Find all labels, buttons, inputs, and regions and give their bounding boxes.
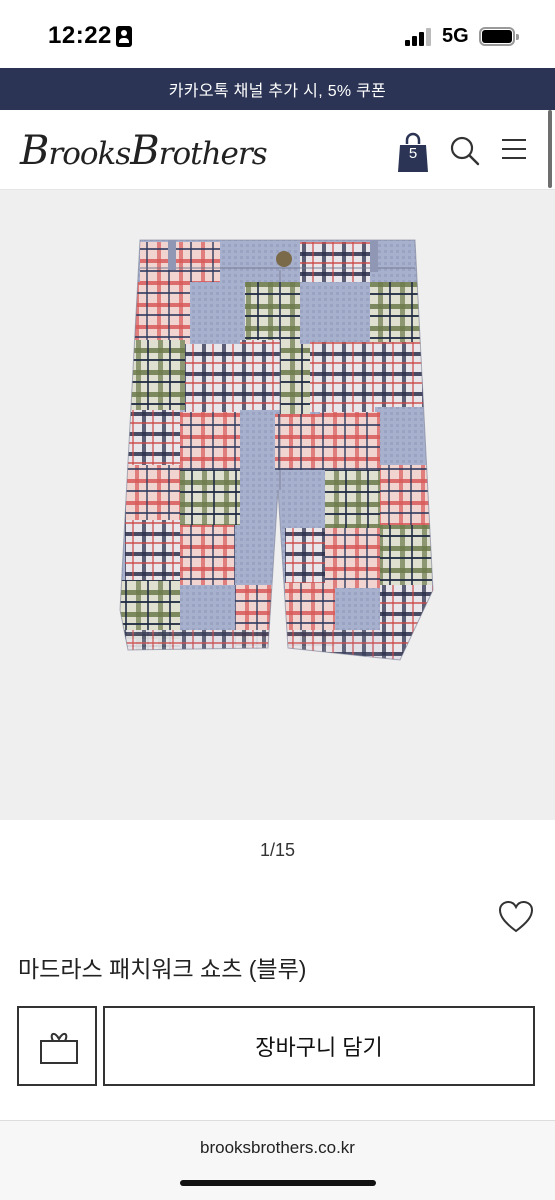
- menu-icon[interactable]: [502, 136, 528, 162]
- cart-count-badge: 5: [408, 145, 418, 162]
- status-bar: 12:22 5G: [0, 0, 555, 68]
- promo-banner[interactable]: 카카오톡 채널 추가 시, 5% 쿠폰: [0, 68, 555, 110]
- product-image[interactable]: [0, 190, 555, 820]
- id-card-icon: [116, 26, 132, 47]
- home-indicator[interactable]: [180, 1180, 376, 1186]
- network-label: 5G: [442, 25, 469, 47]
- product-name: 마드라스 패치워크 쇼츠 (블루): [18, 956, 307, 982]
- brand-logo[interactable]: BrooksBrothers: [20, 128, 268, 174]
- heart-icon[interactable]: [498, 900, 534, 934]
- gift-box-icon: [40, 1033, 78, 1064]
- scroll-indicator[interactable]: [548, 110, 552, 188]
- site-header: BrooksBrothers 5: [0, 110, 555, 190]
- status-time: 12:22: [48, 22, 112, 49]
- search-icon[interactable]: [450, 136, 480, 166]
- add-to-cart-button[interactable]: 장바구니 담기: [103, 1006, 535, 1086]
- shopping-bag-icon[interactable]: 5: [398, 132, 428, 172]
- gift-button[interactable]: [17, 1006, 97, 1086]
- product-photo-shorts: [119, 239, 434, 661]
- signal-icon: [405, 28, 435, 46]
- url-text[interactable]: brooksbrothers.co.kr: [0, 1138, 555, 1158]
- browser-url-bar[interactable]: [0, 1121, 555, 1200]
- battery-icon: [479, 27, 519, 46]
- image-pager: 1/15: [259, 840, 296, 860]
- promo-banner-text: 카카오톡 채널 추가 시, 5% 쿠폰: [168, 83, 387, 100]
